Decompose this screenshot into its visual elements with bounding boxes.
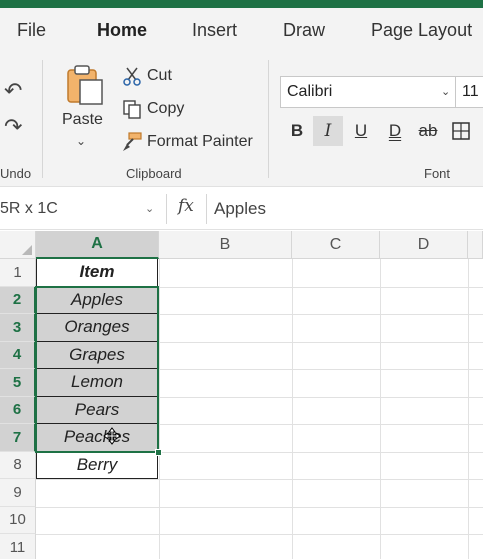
redo-icon[interactable]: ↷ (4, 114, 22, 140)
copy-icon (120, 97, 144, 121)
italic-button[interactable]: I (313, 116, 343, 146)
copy-label: Copy (147, 100, 185, 117)
ribbon: ↶ ↷ Undo Paste ⌄ Cut Copy Format Painter… (0, 54, 483, 187)
column-header-d[interactable]: D (380, 231, 468, 259)
strikethrough-button[interactable]: ab (413, 116, 443, 146)
row-header-2[interactable]: 2 (0, 286, 36, 314)
group-divider (42, 60, 43, 178)
gridline (36, 479, 483, 480)
tab-draw[interactable]: Draw (283, 20, 325, 41)
select-all-button[interactable] (0, 231, 36, 259)
copy-button[interactable]: Copy (120, 97, 184, 121)
tab-insert[interactable]: Insert (192, 20, 237, 41)
formula-input[interactable]: Apples (214, 199, 266, 219)
cell-a7[interactable]: Peaches (36, 424, 158, 452)
worksheet-grid[interactable]: A B C D 1 2 3 4 5 6 7 8 9 10 11 Item App… (0, 231, 483, 559)
row-header-11[interactable]: 11 (0, 534, 36, 559)
font-size-value: 11 (462, 83, 479, 100)
cell-a5[interactable]: Lemon (36, 369, 158, 397)
chevron-down-icon: ⌄ (441, 86, 451, 98)
paste-options-chevron-icon[interactable]: ⌄ (76, 134, 86, 148)
gridline (292, 259, 293, 559)
format-painter-label: Format Painter (147, 133, 253, 150)
column-header-b[interactable]: B (159, 231, 292, 259)
tab-file[interactable]: File (17, 20, 46, 41)
row-header-9[interactable]: 9 (0, 479, 36, 507)
name-box-value: 5R x 1C (0, 200, 58, 217)
paste-button[interactable]: Paste (62, 111, 103, 129)
undo-group-label: Undo (0, 166, 32, 181)
tab-home[interactable]: Home (97, 20, 147, 41)
row-header-6[interactable]: 6 (0, 396, 36, 424)
cell-a6[interactable]: Pears (36, 396, 158, 424)
gridline (468, 259, 469, 559)
select-all-triangle-icon (22, 245, 32, 255)
underline-button[interactable]: U (346, 116, 376, 146)
group-divider (268, 60, 269, 178)
row-header-7[interactable]: 7 (0, 424, 36, 452)
scissors-icon (120, 64, 144, 88)
font-group-label: Font (424, 166, 451, 181)
name-box[interactable]: 5R x 1C ⌄ (0, 194, 160, 224)
divider (206, 194, 207, 224)
paintbrush-icon (120, 130, 144, 154)
gridline (36, 506, 483, 508)
insert-function-icon[interactable]: fx (178, 196, 194, 216)
title-bar (0, 0, 483, 8)
row-header-4[interactable]: 4 (0, 341, 36, 369)
move-cursor-icon (103, 427, 121, 445)
row-header-1[interactable]: 1 (0, 259, 36, 287)
borders-icon[interactable] (446, 116, 476, 146)
fill-handle[interactable] (155, 449, 162, 456)
font-name-dropdown[interactable]: Calibri ⌄ (280, 76, 456, 108)
column-header-e[interactable] (468, 231, 483, 259)
gridline (36, 534, 483, 535)
cell-a2[interactable]: Apples (36, 286, 158, 314)
font-name-value: Calibri (287, 83, 333, 100)
paste-icon[interactable] (64, 64, 106, 106)
clipboard-group-label: Clipboard (126, 166, 182, 181)
undo-icon[interactable]: ↶ (4, 78, 22, 104)
column-header-a[interactable]: A (36, 231, 159, 259)
font-size-dropdown[interactable]: 11 (455, 76, 483, 108)
bold-button[interactable]: B (282, 116, 312, 146)
row-header-10[interactable]: 10 (0, 506, 36, 534)
cell-a4[interactable]: Grapes (36, 341, 158, 369)
double-underline-button[interactable]: D (380, 116, 410, 146)
gridline (159, 259, 160, 559)
tab-page-layout[interactable]: Page Layout (371, 20, 472, 41)
cell-a3[interactable]: Oranges (36, 314, 158, 342)
chevron-down-icon[interactable]: ⌄ (145, 202, 154, 215)
divider (166, 194, 167, 224)
cell-a1[interactable]: Item (36, 259, 158, 287)
cut-button[interactable]: Cut (120, 64, 172, 88)
formula-bar: 5R x 1C ⌄ fx Apples (0, 188, 483, 230)
gridline (380, 259, 381, 559)
cell-a8[interactable]: Berry (36, 451, 158, 479)
row-header-8[interactable]: 8 (0, 451, 36, 479)
column-header-c[interactable]: C (292, 231, 380, 259)
cut-label: Cut (147, 67, 172, 84)
row-header-3[interactable]: 3 (0, 314, 36, 342)
format-painter-button[interactable]: Format Painter (120, 130, 253, 154)
row-header-5[interactable]: 5 (0, 369, 36, 397)
ribbon-tabs: File Home Insert Draw Page Layout (0, 8, 483, 59)
